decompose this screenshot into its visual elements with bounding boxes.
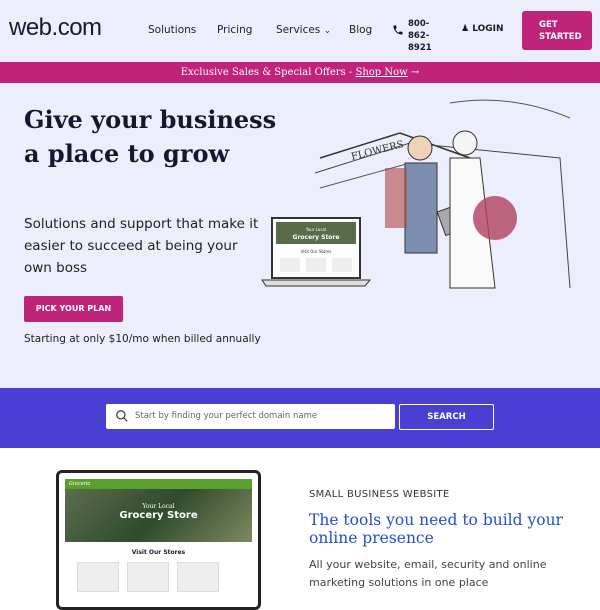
- nav-services-label: Services: [276, 24, 321, 36]
- nav-blog[interactable]: Blog: [349, 24, 372, 36]
- hero-subtitle: Solutions and support that make it easie…: [24, 216, 259, 276]
- mock-kicker: Your Local: [142, 503, 175, 510]
- mock-map-card: [77, 562, 119, 592]
- mock-section: Visit Our Stores: [131, 549, 186, 556]
- mock-map-card: [177, 562, 219, 592]
- chevron-down-icon: ⌄: [323, 26, 332, 36]
- domain-search-band: Start by finding your perfect domain nam…: [0, 388, 600, 448]
- hero-section: Give your business a place to grow Solut…: [0, 83, 600, 388]
- phone-number: 800-862-8921: [408, 19, 432, 53]
- domain-search-input[interactable]: Start by finding your perfect domain nam…: [106, 404, 395, 429]
- logo[interactable]: web.com: [9, 14, 102, 42]
- phone-link[interactable]: 800-862-8921: [392, 18, 446, 54]
- hero-title: Give your business a place to grow: [24, 105, 277, 168]
- feature-section: Grocerio Your Local Grocery Store Visit …: [0, 448, 600, 610]
- search-placeholder: Start by finding your perfect domain nam…: [135, 411, 318, 421]
- hero-illustration: FLOWERS Your Local Grocery Store Visit O…: [261, 99, 571, 289]
- promo-text: Exclusive Sales & Special Offers -: [180, 67, 356, 78]
- laptop-mockup: Grocerio Your Local Grocery Store Visit …: [56, 470, 261, 610]
- search-icon: [116, 410, 128, 422]
- mock-kicker: Your Local: [305, 227, 326, 232]
- search-button[interactable]: SEARCH: [399, 404, 494, 430]
- nav-solutions[interactable]: Solutions: [148, 24, 196, 36]
- user-icon: ♟: [461, 24, 470, 34]
- pick-your-plan-button[interactable]: PICK YOUR PLAN: [24, 296, 123, 322]
- mock-map-card: [127, 562, 169, 592]
- pricing-note: Starting at only $10/mo when billed annu…: [24, 333, 261, 345]
- nav-pricing[interactable]: Pricing: [217, 24, 252, 36]
- mock-brand: Grocerio: [65, 479, 252, 489]
- section-kicker: SMALL BUSINESS WEBSITE: [309, 489, 450, 500]
- flowers-sign: FLOWERS: [350, 139, 405, 163]
- promo-banner: Exclusive Sales & Special Offers - Shop …: [0, 62, 600, 83]
- login-link[interactable]: ♟ LOGIN: [461, 24, 504, 34]
- phone-icon: [393, 25, 403, 35]
- mock-store: Grocery Store: [119, 510, 198, 521]
- login-label: LOGIN: [472, 24, 504, 34]
- mock-hero: Your Local Grocery Store: [65, 489, 252, 542]
- nav-services[interactable]: Services ⌄: [276, 24, 331, 36]
- section-description: All your website, email, security and on…: [309, 558, 547, 589]
- get-started-button[interactable]: GET STARTED: [522, 11, 592, 50]
- arrow-right-icon[interactable]: →: [411, 67, 419, 78]
- mock-store: Grocery Store: [293, 234, 340, 241]
- shop-now-link[interactable]: Shop Now: [355, 67, 407, 78]
- section-title: The tools you need to build your online …: [309, 511, 563, 547]
- site-header: web.com Solutions Pricing Services ⌄ Blo…: [0, 0, 600, 62]
- mock-section: Visit Our Stores: [300, 249, 331, 254]
